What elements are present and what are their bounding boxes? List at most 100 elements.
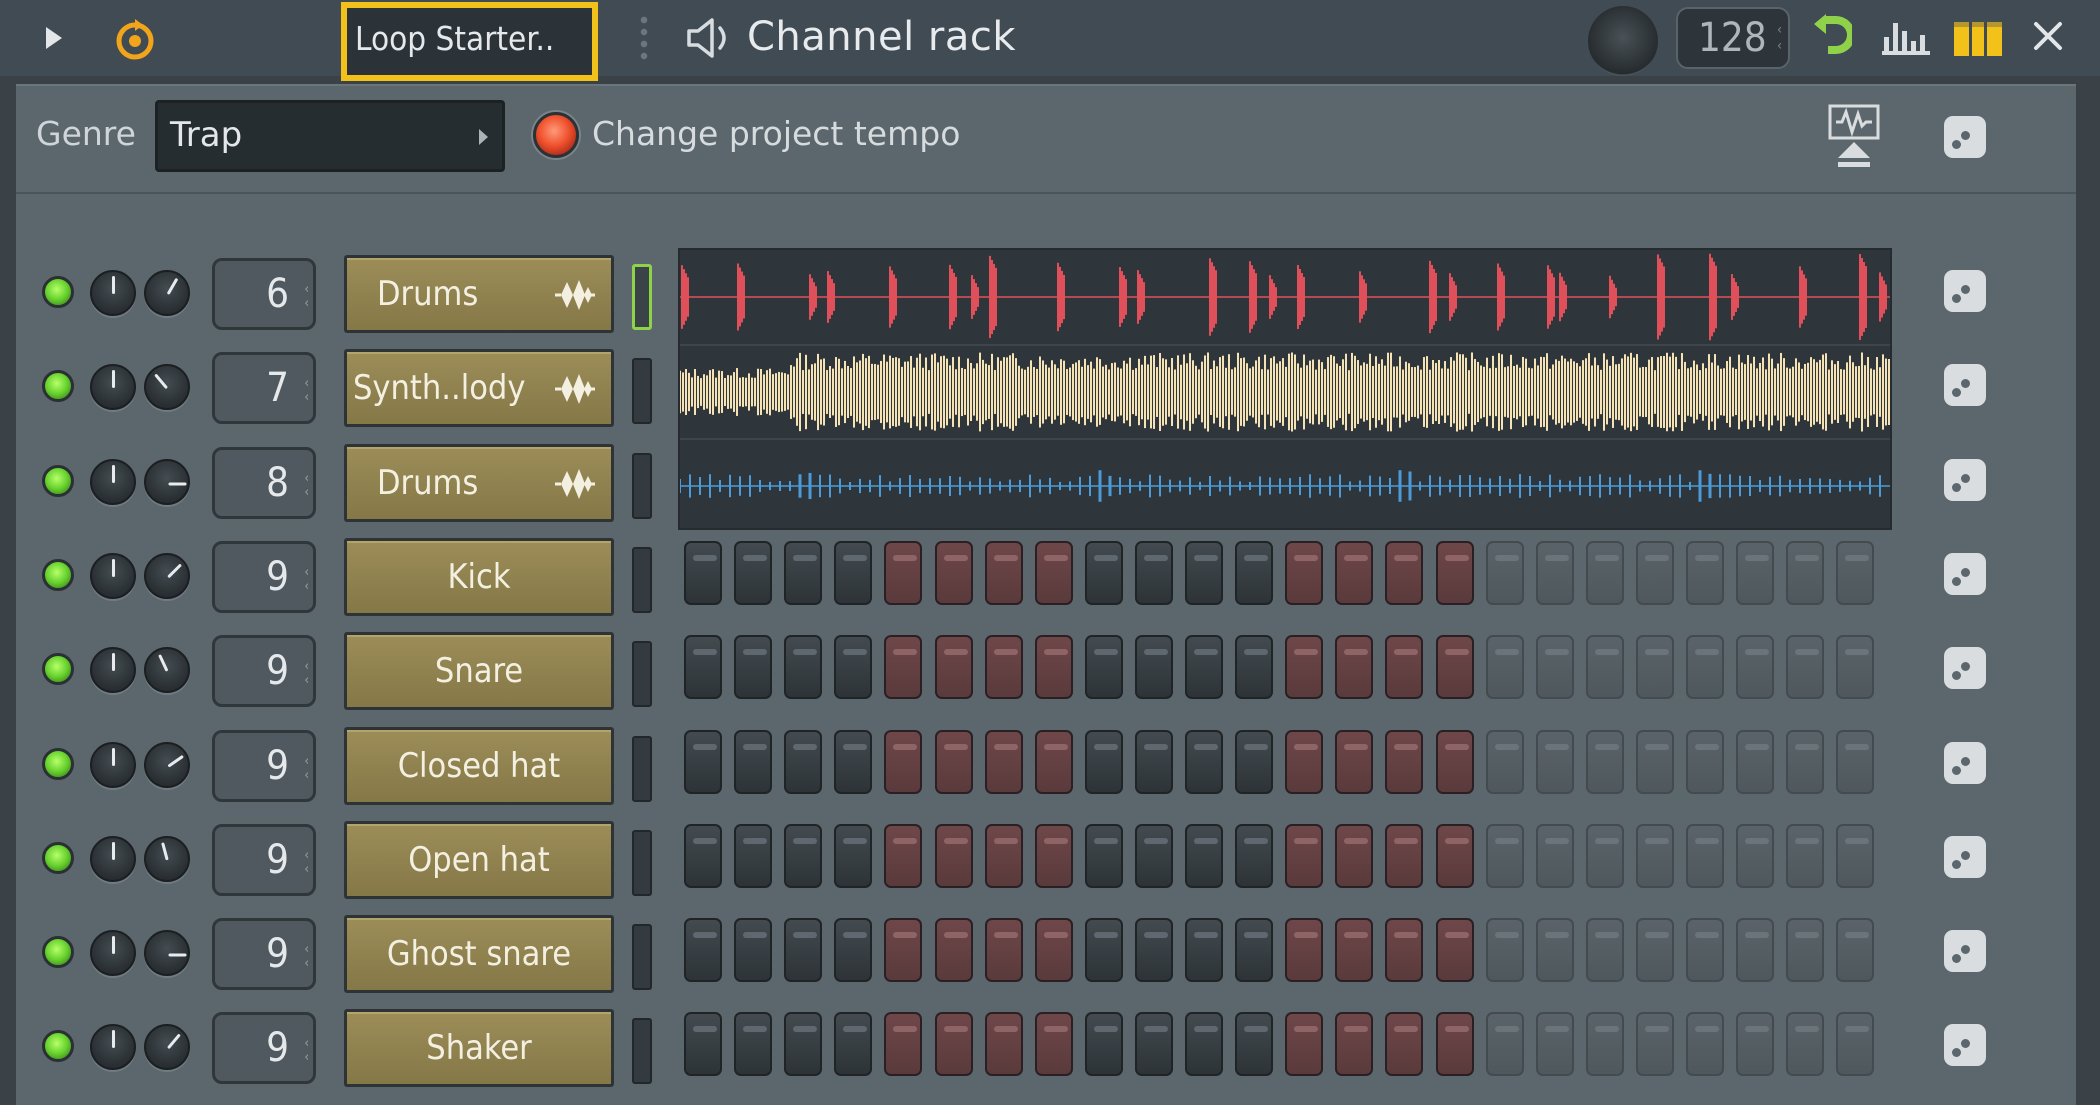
step-button[interactable] — [1836, 541, 1874, 605]
step-button[interactable] — [1285, 918, 1323, 982]
mixer-track-selector[interactable]: 7 ‹ ‹ — [212, 352, 316, 424]
step-button[interactable] — [684, 541, 722, 605]
picker-icon[interactable] — [1952, 20, 2004, 58]
step-button[interactable] — [1235, 918, 1273, 982]
step-button[interactable] — [1385, 635, 1423, 699]
step-button[interactable] — [734, 730, 772, 794]
step-button[interactable] — [935, 1012, 973, 1076]
channel-pan-knob[interactable] — [90, 742, 136, 788]
step-button[interactable] — [1586, 635, 1624, 699]
channel-pan-knob[interactable] — [90, 459, 136, 505]
dice-icon[interactable] — [1944, 742, 1986, 784]
mixer-stepper-icon[interactable]: ‹ ‹ — [304, 1037, 309, 1065]
step-button[interactable] — [1436, 824, 1474, 888]
mixer-stepper-icon[interactable]: ‹ ‹ — [304, 849, 309, 877]
channel-name-button[interactable]: Kick — [344, 538, 614, 616]
dice-icon[interactable] — [1944, 270, 1986, 312]
step-button[interactable] — [1686, 635, 1724, 699]
channel-name-button[interactable]: Drums — [344, 444, 614, 522]
step-button[interactable] — [734, 635, 772, 699]
step-button[interactable] — [1185, 635, 1223, 699]
step-button[interactable] — [1285, 1012, 1323, 1076]
step-button[interactable] — [1486, 918, 1524, 982]
undo-icon[interactable] — [1812, 14, 1852, 60]
dice-icon[interactable] — [1944, 836, 1986, 878]
step-button[interactable] — [1185, 918, 1223, 982]
step-button[interactable] — [985, 918, 1023, 982]
step-button[interactable] — [684, 635, 722, 699]
step-button[interactable] — [684, 824, 722, 888]
channel-volume-knob[interactable] — [144, 459, 190, 505]
step-button[interactable] — [1686, 1012, 1724, 1076]
step-button[interactable] — [1536, 824, 1574, 888]
step-button[interactable] — [1135, 1012, 1173, 1076]
step-button[interactable] — [1385, 730, 1423, 794]
channel-select-bar[interactable] — [632, 736, 652, 802]
mixer-track-selector[interactable]: 9 ‹ ‹ — [212, 541, 316, 613]
channel-select-bar[interactable] — [632, 453, 652, 519]
speaker-icon[interactable] — [685, 16, 735, 60]
step-button[interactable] — [935, 541, 973, 605]
step-button[interactable] — [1135, 918, 1173, 982]
step-button[interactable] — [1235, 1012, 1273, 1076]
channel-volume-knob[interactable] — [144, 270, 190, 316]
step-button[interactable] — [1836, 918, 1874, 982]
channel-name-button[interactable]: Open hat — [344, 821, 614, 899]
step-button[interactable] — [1486, 635, 1524, 699]
step-button[interactable] — [1736, 918, 1774, 982]
channel-mute-led[interactable] — [42, 559, 74, 591]
channel-name-button[interactable]: Drums — [344, 255, 614, 333]
step-button[interactable] — [1436, 1012, 1474, 1076]
channel-volume-knob[interactable] — [144, 930, 190, 976]
mixer-track-selector[interactable]: 9 ‹ ‹ — [212, 635, 316, 707]
step-button[interactable] — [935, 635, 973, 699]
step-button[interactable] — [1436, 918, 1474, 982]
step-button[interactable] — [1536, 635, 1574, 699]
step-button[interactable] — [1085, 541, 1123, 605]
step-button[interactable] — [1335, 824, 1373, 888]
step-button[interactable] — [1035, 918, 1073, 982]
channel-mute-led[interactable] — [42, 936, 74, 968]
step-button[interactable] — [1636, 1012, 1674, 1076]
step-button[interactable] — [1636, 918, 1674, 982]
step-button[interactable] — [985, 824, 1023, 888]
step-button[interactable] — [985, 730, 1023, 794]
step-button[interactable] — [784, 918, 822, 982]
mixer-stepper-icon[interactable]: ‹ ‹ — [304, 472, 309, 500]
mixer-track-selector[interactable]: 9 ‹ ‹ — [212, 730, 316, 802]
step-button[interactable] — [1235, 541, 1273, 605]
dice-icon[interactable] — [1944, 364, 1986, 406]
dice-icon[interactable] — [1944, 647, 1986, 689]
step-button[interactable] — [1035, 541, 1073, 605]
channel-select-bar[interactable] — [632, 264, 652, 330]
channel-pan-knob[interactable] — [90, 930, 136, 976]
channel-volume-knob[interactable] — [144, 1024, 190, 1070]
step-button[interactable] — [1335, 541, 1373, 605]
channel-volume-knob[interactable] — [144, 742, 190, 788]
channel-name-button[interactable]: Ghost snare — [344, 915, 614, 993]
channel-select-bar[interactable] — [632, 924, 652, 990]
channel-select-bar[interactable] — [632, 1018, 652, 1084]
step-button[interactable] — [1085, 730, 1123, 794]
dice-icon[interactable] — [1944, 1024, 1986, 1066]
dice-icon[interactable] — [1944, 930, 1986, 972]
step-button[interactable] — [1586, 1012, 1624, 1076]
channel-select-bar[interactable] — [632, 641, 652, 707]
mixer-stepper-icon[interactable]: ‹ ‹ — [304, 660, 309, 688]
drag-grip[interactable] — [640, 14, 648, 62]
step-button[interactable] — [1135, 541, 1173, 605]
channel-volume-knob[interactable] — [144, 364, 190, 410]
step-button[interactable] — [1736, 824, 1774, 888]
mixer-stepper-icon[interactable]: ‹ ‹ — [304, 377, 309, 405]
step-button[interactable] — [734, 541, 772, 605]
step-button[interactable] — [935, 824, 973, 888]
step-button[interactable] — [884, 824, 922, 888]
step-button[interactable] — [1335, 635, 1373, 699]
channel-pan-knob[interactable] — [90, 1024, 136, 1070]
step-button[interactable] — [1486, 824, 1524, 888]
step-button[interactable] — [985, 635, 1023, 699]
channel-select-bar[interactable] — [632, 830, 652, 896]
channel-mute-led[interactable] — [42, 276, 74, 308]
step-button[interactable] — [1436, 730, 1474, 794]
step-button[interactable] — [1586, 824, 1624, 888]
